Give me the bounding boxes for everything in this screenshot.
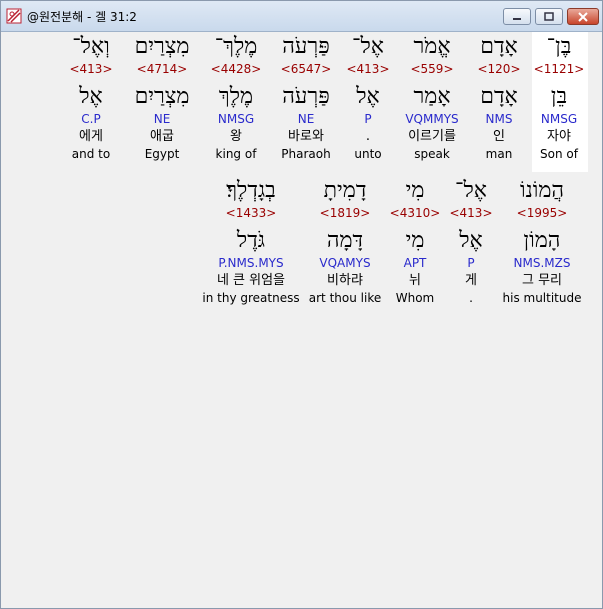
maximize-icon [543,7,555,26]
hebrew-lemma: מִצְרַיִם [134,84,190,109]
hebrew-word: בְגָדְלֶךָ׃ [226,178,276,203]
title-bar[interactable]: @원전분해 - 겔 31:2 [1,1,602,32]
korean-gloss: 애굽 [150,129,174,144]
hebrew-word: דָמִיתָ [323,178,367,203]
korean-gloss: 그 무리 [521,273,562,288]
parsing-code: VQAMYS [319,256,371,270]
parsing-code: NE [297,112,315,126]
hebrew-lemma: הָמוֹן [523,228,561,253]
window-title: @원전분해 - 겔 31:2 [27,10,137,24]
english-gloss: art thou like [308,291,382,305]
hebrew-lemma: גֹּדֶל [236,228,266,253]
hebrew-word: הֲמוֹנוֹ [519,178,565,203]
korean-gloss: 에게 [79,129,103,144]
hebrew-lemma: דָּמָה [326,228,364,253]
minimize-icon [511,7,523,26]
strong-number[interactable]: <1995> [502,204,582,222]
word-line1-5[interactable]: פַּרְעֹה <6547> פַּרְעֹה NE 바로와 Pharaoh [266,34,346,162]
strong-number[interactable]: <1433> [201,204,301,222]
strong-number[interactable]: <4310> [375,204,455,222]
hebrew-lemma: אֶל [79,84,103,109]
hebrew-word: פַּרְעֹה [282,34,330,59]
english-gloss: Whom [395,291,435,305]
hebrew-word: וְאֶל־ [72,34,110,59]
korean-gloss: 비하랴 [327,273,363,288]
hebrew-word: מִי [405,178,425,203]
english-gloss: and to [71,147,111,161]
app-logo-icon[interactable] [6,8,22,24]
parsing-code: NMSG [217,112,255,126]
minimize-button[interactable] [503,8,531,25]
word-line2-4[interactable]: דָמִיתָ <1819> דָּמָה VQAMYS 비하랴 art tho… [305,178,385,306]
strong-number[interactable]: <1819> [305,204,385,222]
parsing-code: NE [153,112,171,126]
english-gloss: Egypt [144,147,180,161]
hebrew-lemma: מֶלֶךְ [218,84,254,109]
korean-gloss: 바로와 [288,129,324,144]
strong-number[interactable]: <4428> [196,60,276,78]
close-button[interactable] [567,8,599,25]
hebrew-word: מִצְרַיִם [134,34,190,59]
word-line1-8[interactable]: וְאֶל־ <413> אֶל C.P 에게 and to [51,34,131,162]
english-gloss: Pharaoh [281,147,331,161]
english-gloss: in thy greatness [202,291,300,305]
korean-gloss: 뉘 [409,273,421,288]
strong-number[interactable]: <6547> [266,60,346,78]
maximize-button[interactable] [535,8,563,25]
korean-gloss: 왕 [230,129,242,144]
parsing-code: APT [403,256,427,270]
strong-number[interactable]: <4714> [122,60,202,78]
interlinear-view: בֶּן־ <1121> בֵּן NMSG 자야 Son of אָדָם <… [1,32,602,608]
hebrew-word: מֶלֶךְ־ [214,34,258,59]
close-icon [577,7,589,26]
word-line2-1[interactable]: הֲמוֹנוֹ <1995> הָמוֹן NMS.MZS 그 무리 his … [502,178,582,306]
english-gloss: king of [215,147,257,161]
hebrew-lemma: מִי [405,228,425,253]
word-line2-5[interactable]: בְגָדְלֶךָ׃ <1433> גֹּדֶל P.NMS.MYS 네 큰 … [201,178,301,306]
word-line1-6[interactable]: מֶלֶךְ־ <4428> מֶלֶךְ NMSG 왕 king of [196,34,276,162]
hebrew-lemma: פַּרְעֹה [282,84,330,109]
strong-number[interactable]: <413> [51,60,131,78]
app-window: @원전분해 - 겔 31:2 בֶּן־ <1121> בֵּן NMSG 자야… [0,0,603,609]
parsing-code: C.P [81,112,101,126]
english-gloss: his multitude [502,291,582,305]
parsing-code: NMS.MZS [513,256,571,270]
parsing-code: P.NMS.MYS [218,256,284,270]
word-line2-3[interactable]: מִי <4310> מִי APT 뉘 Whom [375,178,455,306]
korean-gloss: 네 큰 위엄을 [216,273,286,288]
word-line1-7[interactable]: מִצְרַיִם <4714> מִצְרַיִם NE 애굽 Egypt [122,34,202,162]
